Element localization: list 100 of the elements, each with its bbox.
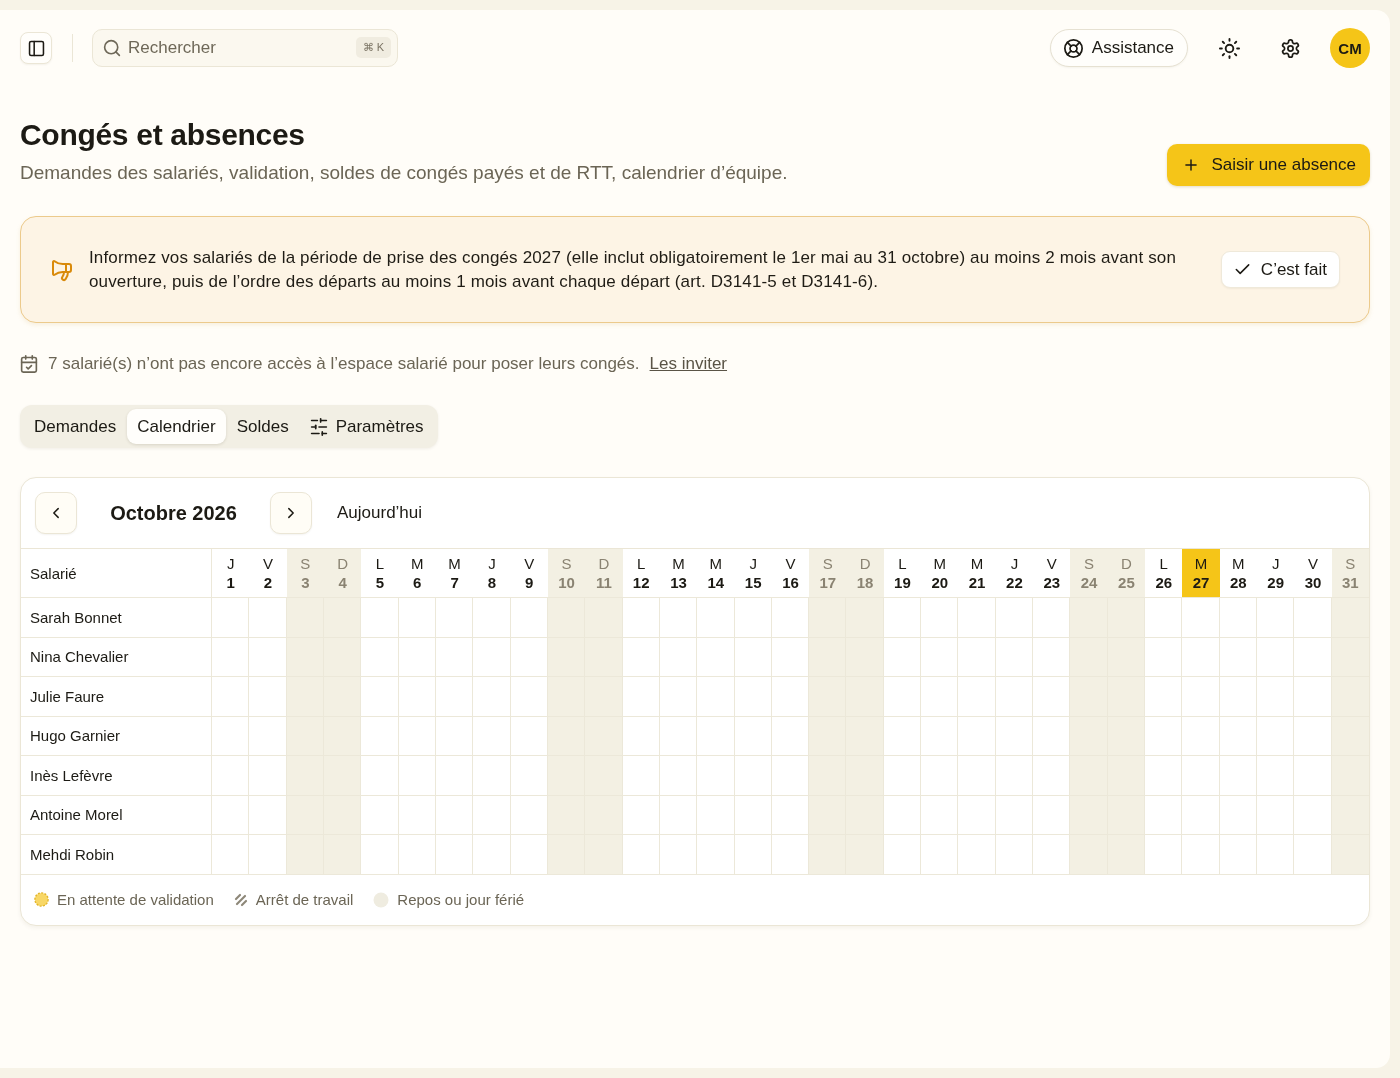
day-cell [435, 637, 474, 677]
employee-name: Hugo Garnier [21, 716, 212, 756]
day-cell [1145, 716, 1183, 756]
day-cell [1145, 677, 1183, 717]
day-cell [659, 795, 698, 835]
weekday-label: V [524, 555, 535, 572]
day-cell [473, 677, 511, 717]
employee-name: Sarah Bonnet [21, 598, 212, 638]
assistance-button[interactable]: Assistance [1049, 29, 1188, 67]
day-cell [212, 677, 250, 717]
status-dot-icon [373, 891, 390, 908]
day-cell [734, 756, 772, 796]
date-label: 16 [782, 574, 799, 591]
notice-text: Informez vos salariés de la période de prise des congés 2027 (elle inclut obligatoirement le 1er mai au 31 octobre) au moins 2 mois avant son ouverture, puis de l’ordre des départs au moins 1 mois avant chaque départ (art. D3141-5 et D3141-6). [89, 246, 1178, 293]
legend-label: Repos ou jour férié [397, 891, 525, 908]
day-cell [212, 598, 250, 638]
day-cell [846, 756, 884, 796]
day-cell [361, 795, 399, 835]
day-cell [1145, 756, 1183, 796]
day-cell [510, 716, 548, 756]
weekday-label: M [1232, 555, 1245, 572]
day-cell [659, 637, 698, 677]
day-cell [435, 835, 474, 875]
day-cell [212, 756, 250, 796]
day-cell [249, 716, 287, 756]
day-cell [1219, 637, 1258, 677]
day-cell [921, 756, 959, 796]
tab[interactable]: Demandes [24, 409, 127, 444]
employee-name: Julie Faure [21, 677, 212, 717]
status-dot-icon [34, 892, 49, 907]
gear-icon [1280, 38, 1300, 58]
add-absence-button[interactable]: Saisir une absence [1167, 144, 1370, 186]
day-cell [809, 637, 847, 677]
calendar-check-icon [20, 355, 38, 373]
date-label: 3 [301, 574, 310, 591]
day-cell [622, 835, 660, 875]
day-cell [1257, 795, 1295, 835]
day-cell [547, 835, 586, 875]
day-cell [1294, 835, 1332, 875]
day-cell [1257, 677, 1295, 717]
day-cell [1219, 677, 1258, 717]
day-cell [846, 795, 884, 835]
date-label: 6 [413, 574, 422, 591]
day-cell [883, 795, 922, 835]
day-cell [249, 677, 287, 717]
day-cell [958, 795, 996, 835]
day-cell [1107, 756, 1146, 796]
day-cell [547, 637, 586, 677]
weekday-label: J [226, 555, 235, 572]
tab[interactable]: Calendrier [127, 409, 226, 444]
employee-name: Inès Lefèvre [21, 756, 212, 796]
weekday-label: V [1046, 555, 1057, 572]
day-cell [510, 795, 548, 835]
day-cell [1107, 795, 1146, 835]
day-cell [323, 756, 362, 796]
day-cell [995, 598, 1034, 638]
day-cell [1257, 756, 1295, 796]
day-cell [995, 637, 1034, 677]
invite-link[interactable]: Les inviter [649, 353, 728, 375]
tab[interactable]: Paramètres [299, 409, 434, 444]
day-cell [1145, 835, 1183, 875]
day-cell [1257, 835, 1295, 875]
date-label: 20 [931, 574, 949, 591]
date-label: 12 [632, 574, 650, 591]
day-cell [585, 795, 623, 835]
day-cell [510, 637, 548, 677]
day-cell [1219, 795, 1258, 835]
day-cell [435, 716, 474, 756]
day-cell [323, 716, 362, 756]
day-cell [547, 795, 586, 835]
done-button[interactable]: C’est fait [1220, 251, 1340, 288]
date-label: 23 [1043, 574, 1061, 591]
day-cell [398, 795, 436, 835]
date-label: 14 [707, 574, 725, 591]
day-cell [1107, 637, 1146, 677]
day-cell [1145, 795, 1183, 835]
today-button[interactable]: Aujourd’hui [337, 503, 423, 523]
day-cell [659, 756, 698, 796]
legend-label: En attente de validation [57, 891, 214, 908]
weekday-label: S [1345, 555, 1356, 572]
date-label: 27 [1192, 574, 1210, 591]
day-cell [1257, 598, 1295, 638]
date-label: 22 [1006, 574, 1023, 591]
day-cell [435, 795, 474, 835]
day-cell [846, 637, 884, 677]
day-cell [361, 598, 399, 638]
tab[interactable]: Soldes [226, 409, 299, 444]
day-cell [1294, 637, 1332, 677]
day-cell [286, 835, 324, 875]
user-avatar[interactable]: CM [1330, 28, 1370, 68]
date-label: 28 [1230, 574, 1247, 591]
day-cell [361, 677, 399, 717]
day-cell [995, 677, 1034, 717]
day-cell [1219, 598, 1258, 638]
day-cell [809, 716, 847, 756]
sidebar-toggle-button[interactable] [20, 32, 52, 64]
weekday-label: D [859, 555, 871, 572]
date-label: 2 [263, 574, 273, 591]
day-cell [622, 637, 660, 677]
day-cell [1070, 835, 1108, 875]
